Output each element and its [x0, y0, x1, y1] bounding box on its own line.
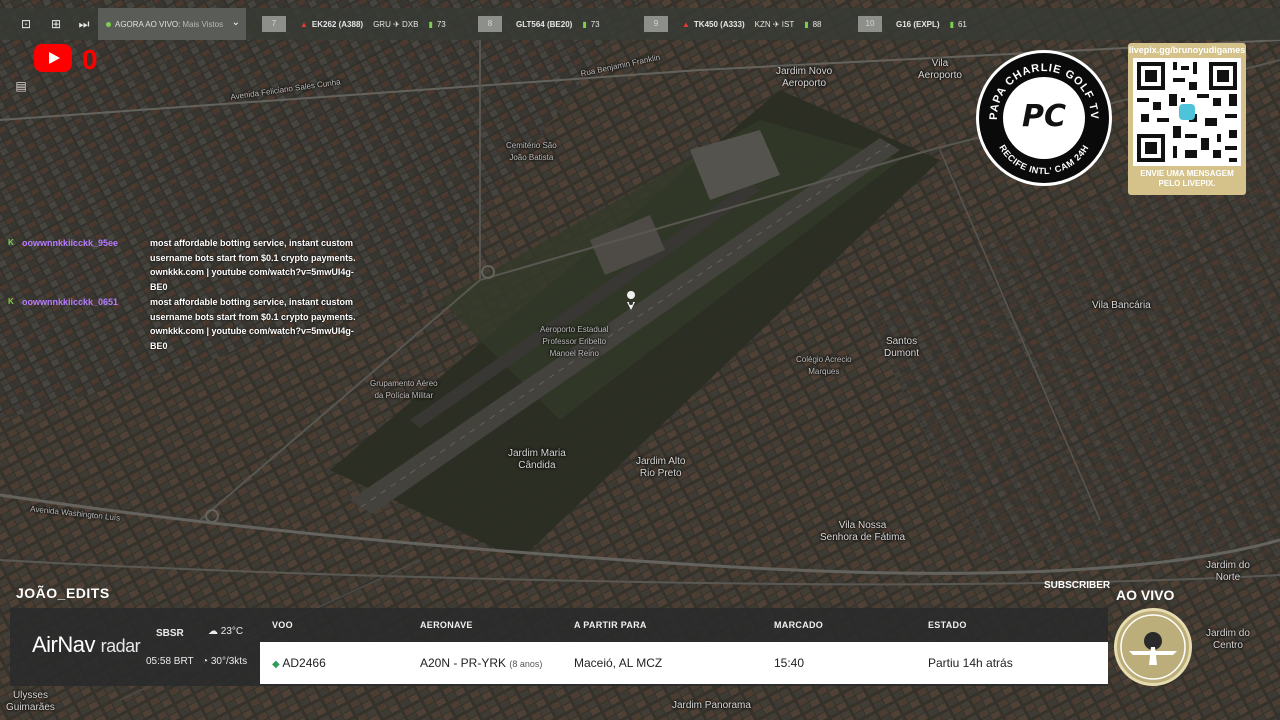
map-label: Santos Dumont: [884, 336, 920, 359]
status-cell: Partiu 14h atrás: [928, 656, 1013, 670]
brand-badge-logo: [1114, 608, 1192, 686]
kick-badge-icon: K: [8, 238, 14, 247]
column-header: A PARTIR PARA: [574, 620, 647, 630]
signal-icon: ▮: [582, 19, 587, 29]
column-header: VOO: [272, 620, 293, 630]
map-label: Jardim Novo Aeroporto: [776, 66, 833, 89]
route-cell: Maceió, AL MCZ: [574, 656, 663, 670]
live-select-dropdown[interactable]: AGORA AO VIVO: Mais Vistos ⌄: [98, 8, 246, 40]
signal-icon: ▮: [949, 19, 954, 29]
flight-cell: ◆ AD2466: [272, 656, 326, 670]
kick-badge-icon: K: [8, 297, 14, 306]
subscriber-label: SUBSCRIBER: [1044, 580, 1111, 591]
airline-logo-icon: ◆: [272, 659, 280, 670]
chat-username: oowwnnkkiicckk_95ee: [22, 238, 119, 248]
flight-number-badge: 7: [262, 16, 286, 32]
column-header: AERONAVE: [420, 620, 473, 630]
map-label: Ulysses Guimarães: [6, 690, 55, 713]
column-header: ESTADO: [928, 620, 967, 630]
papa-charlie-golf-logo: PAPA CHARLIE GOLF TV RECIFE INTL' CAM 24…: [976, 50, 1112, 186]
flight-code: TK450 (A333): [693, 19, 745, 29]
weather-wind: ◔ 30°/3kts: [202, 656, 247, 667]
map-label: Jardim Panorama: [672, 700, 751, 711]
flight-route: KZN ✈ IST: [754, 19, 795, 29]
local-time: 05:58 BRT: [146, 656, 194, 667]
pcg-mark: PC: [1021, 99, 1066, 134]
airnav-brand: AirNav radar: [32, 632, 141, 658]
flight-item[interactable]: 8 GLT564 (BE20) ▮ 73: [478, 8, 600, 40]
signal-value: 61: [957, 19, 967, 29]
pcg-emblem: PC: [1003, 77, 1085, 159]
youtube-count: 0: [82, 44, 98, 75]
list-icon[interactable]: ▤: [12, 78, 30, 94]
map-label: Vila Nossa Senhora de Fátima: [820, 520, 906, 543]
airnav-panel: AirNav radar SBSR 05:58 BRT ☁ 23°C ◔ 30°…: [10, 608, 1108, 686]
flight-number-badge: 10: [858, 16, 882, 32]
alert-icon: ▲: [300, 19, 308, 29]
map-label: Aeroporto Estadual Professor Eribelto Ma…: [540, 325, 609, 358]
next-icon[interactable]: ⏭: [76, 16, 92, 32]
live-label: AGORA AO VIVO:: [115, 19, 181, 29]
qr-code-icon: [1133, 58, 1241, 166]
map-label: Vila Aeroporto: [918, 58, 962, 81]
chat-message: K oowwnnkkiicckk_95ee most affordable bo…: [8, 236, 368, 294]
aircraft-value: A20N - PR-YRK: [420, 656, 507, 670]
brand-sub: radar: [100, 636, 141, 656]
chat-message: K oowwnnkkiicckk_0651 most affordable bo…: [8, 295, 368, 353]
map-label: Grupamento Aéreo da Polícia Militar: [370, 379, 438, 400]
flight-code: G16 (EXPL): [896, 19, 940, 29]
aircraft-age: (8 anos): [509, 659, 543, 669]
flight-number-badge: 8: [478, 16, 502, 32]
signal-icon: ▮: [428, 19, 433, 29]
chat-text: most affordable botting service, instant…: [150, 238, 356, 292]
temperature: 23°C: [220, 626, 244, 637]
youtube-icon[interactable]: [34, 44, 72, 72]
brand-name: AirNav: [32, 632, 96, 657]
map-label: Colégio Acrecio Marques: [796, 355, 852, 376]
signal-icon: ▮: [804, 19, 809, 29]
livepix-url: livepix.gg/brunoyudigames: [1128, 45, 1246, 55]
livepix-caption: ENVIE UMA MENSAGEM PELO LIVEPIX.: [1140, 169, 1234, 188]
flight-code: EK262 (A388): [311, 19, 364, 29]
flight-item[interactable]: 9 ▲ TK450 (A333) KZN ✈ IST ▮ 88: [644, 8, 822, 40]
scheduled-cell: 15:40: [774, 656, 805, 670]
chat-text: most affordable botting service, instant…: [150, 297, 356, 351]
map-label: Jardim do Centro: [1206, 628, 1250, 651]
chevron-down-icon: ⌄: [231, 17, 240, 28]
map-label: Cemitério São João Batista: [506, 141, 557, 162]
weather-temp: ☁ 23°C: [208, 626, 243, 637]
table-row[interactable]: ◆ AD2466 A20N - PR-YRK (8 anos) Maceió, …: [260, 642, 1108, 684]
flight-code: GLT564 (BE20): [516, 19, 573, 29]
signal-value: 73: [590, 19, 600, 29]
flight-number-badge: 9: [644, 16, 668, 32]
wind-value: 30°/3kts: [210, 656, 248, 667]
livepix-qr-panel[interactable]: livepix.gg/brunoyudigames ENVIE UMA MENS…: [1128, 43, 1246, 195]
sidebar-toggle-icon[interactable]: ⊡: [18, 16, 34, 32]
flight-item[interactable]: 10 G16 (EXPL) ▮ 61: [858, 8, 967, 40]
live-dot-icon: [106, 21, 111, 27]
signal-value: 73: [436, 19, 446, 29]
aircraft-cell: A20N - PR-YRK (8 anos): [420, 656, 542, 670]
map-label: Jardim Maria Cândida: [508, 448, 566, 471]
live-more: Mais Vistos: [182, 19, 224, 29]
alert-icon: ▲: [682, 19, 690, 29]
wind-icon: ◔: [202, 656, 209, 667]
signal-value: 88: [812, 19, 822, 29]
cloud-icon: ☁: [208, 626, 218, 637]
flight-id: AD2466: [282, 656, 326, 670]
map-label: Jardim Alto Rio Preto: [636, 456, 686, 479]
subscriber-name: JOÃO_EDITS: [16, 585, 110, 601]
fullscreen-icon[interactable]: ⊞: [48, 16, 64, 32]
flight-ticker-bar: ⊡ ⊞ ⏭ AGORA AO VIVO: Mais Vistos ⌄ 7 ▲ E…: [0, 8, 1280, 40]
map-label: Vila Bancária: [1092, 300, 1151, 311]
live-label: AO VIVO: [1116, 587, 1175, 603]
column-header: MARCADO: [774, 620, 824, 630]
flight-table: VOO AERONAVE A PARTIR PARA MARCADO ESTAD…: [260, 608, 1108, 686]
flight-item[interactable]: 7 ▲ EK262 (A388) GRU ✈ DXB ▮ 73: [262, 8, 446, 40]
airport-code: SBSR: [156, 628, 184, 639]
flight-route: GRU ✈ DXB: [373, 19, 419, 29]
map-label: Jardim do Norte: [1206, 560, 1250, 583]
chat-username: oowwnnkkiicckk_0651: [22, 297, 119, 307]
